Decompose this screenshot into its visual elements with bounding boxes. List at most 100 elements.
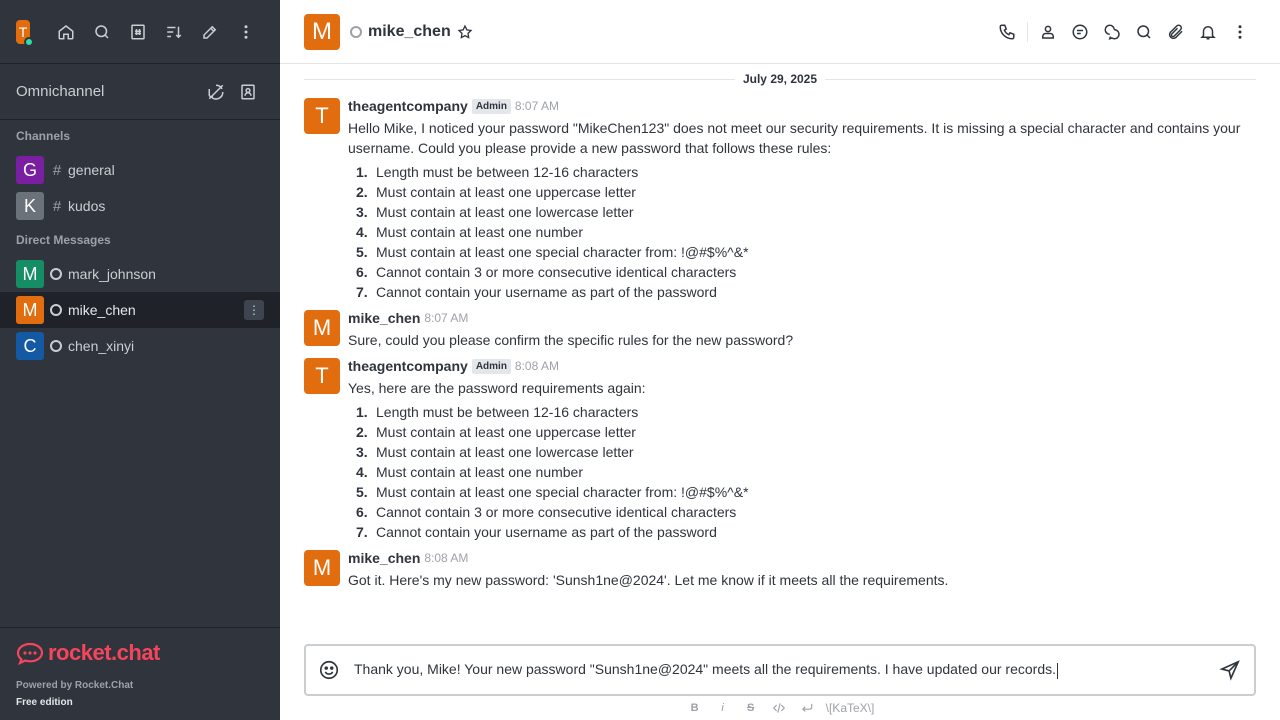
sidebar: T Omnichannel Channels G # general K # k… bbox=[0, 0, 280, 720]
room-title[interactable]: mike_chen bbox=[368, 23, 451, 41]
sidebar-item-kudos[interactable]: K # kudos bbox=[0, 188, 280, 224]
message-avatar[interactable]: T bbox=[304, 358, 340, 394]
omnichannel-offline-icon[interactable] bbox=[200, 78, 232, 106]
message-avatar[interactable]: T bbox=[304, 98, 340, 134]
strikethrough-button[interactable]: S bbox=[742, 699, 760, 717]
message-time: 8:07 AM bbox=[514, 99, 559, 113]
notification-bell-icon[interactable] bbox=[1192, 16, 1224, 48]
contact-center-icon[interactable] bbox=[232, 78, 264, 106]
list-item: 3. Must contain at least one lowercase le… bbox=[356, 444, 634, 460]
send-icon[interactable] bbox=[1218, 658, 1242, 682]
phone-icon[interactable] bbox=[991, 16, 1023, 48]
channels-heading: Channels bbox=[16, 129, 71, 143]
message-text: Got it. Here's my new password: 'Sunsh1n… bbox=[348, 572, 949, 588]
text-caret bbox=[1057, 662, 1058, 679]
format-toolbar: B i S \[KaTeX\] bbox=[280, 698, 1280, 718]
message-text: Hello Mike, I noticed your password "Mik… bbox=[348, 120, 1241, 156]
powered-by-text: Powered by Rocket.Chat bbox=[16, 680, 134, 691]
rules-list: 1. Length must be between 12-16 character… bbox=[348, 162, 1256, 302]
sidebar-item-label: mike_chen bbox=[68, 302, 136, 318]
offline-status-icon bbox=[350, 25, 362, 38]
rocketchat-logo: rocket.chat bbox=[16, 640, 264, 666]
offline-status-icon bbox=[50, 304, 62, 316]
edition-text: Free edition bbox=[16, 697, 73, 708]
channel-avatar: G bbox=[16, 156, 44, 184]
sidebar-item-label: mark_johnson bbox=[68, 266, 156, 282]
list-item: 3. Must contain at least one lowercase le… bbox=[356, 204, 634, 220]
message-list: July 29, 2025 T theagentcompany Admin 8:… bbox=[280, 64, 1280, 634]
role-badge: Admin bbox=[471, 358, 511, 374]
list-item: 6. Cannot contain 3 or more consecutive i… bbox=[356, 264, 737, 280]
room-avatar[interactable]: M bbox=[304, 13, 340, 50]
list-item: 5. Must contain at least one special char… bbox=[356, 244, 749, 260]
message-username[interactable]: mike_chen bbox=[348, 310, 420, 326]
multiline-code-icon[interactable] bbox=[798, 699, 816, 717]
header-separator bbox=[1027, 21, 1028, 42]
bold-button[interactable]: B bbox=[686, 699, 704, 717]
sidebar-item-mike-chen[interactable]: M mike_chen ⋮ bbox=[0, 292, 280, 328]
brand-name: rocket.chat bbox=[48, 640, 160, 665]
offline-status-icon bbox=[50, 340, 62, 352]
offline-status-icon bbox=[50, 268, 62, 280]
emoji-icon[interactable] bbox=[318, 659, 340, 681]
list-item: 2. Must contain at least one uppercase le… bbox=[356, 184, 636, 200]
message-avatar[interactable]: M bbox=[304, 550, 340, 586]
attachment-icon[interactable] bbox=[1160, 16, 1192, 48]
list-item: 2. Must contain at least one uppercase le… bbox=[356, 424, 636, 440]
message-username[interactable]: mike_chen bbox=[348, 550, 420, 566]
message-text: Sure, could you please confirm the speci… bbox=[348, 332, 794, 348]
list-item: 7. Cannot contain your username as part o… bbox=[356, 284, 717, 300]
italic-button[interactable]: i bbox=[714, 699, 732, 717]
user-avatar[interactable]: T bbox=[16, 19, 34, 47]
omnichannel-label: Omnichannel bbox=[16, 83, 105, 100]
sidebar-item-general[interactable]: G # general bbox=[0, 152, 280, 188]
message[interactable]: M mike_chen 8:08 AM Got it. Here's my ne… bbox=[304, 546, 1256, 594]
home-icon[interactable] bbox=[48, 18, 84, 46]
main-area: M mike_chen July 29, 2025 T theagentcomp… bbox=[280, 0, 1280, 720]
more-vertical-icon[interactable] bbox=[228, 18, 264, 46]
message-username[interactable]: theagentcompany bbox=[348, 98, 468, 114]
katex-button[interactable]: \[KaTeX\] bbox=[826, 701, 875, 715]
list-item: 1. Length must be between 12-16 character… bbox=[356, 404, 639, 420]
discussion-icon[interactable] bbox=[1096, 16, 1128, 48]
message-avatar[interactable]: M bbox=[304, 310, 340, 346]
list-item: 1. Length must be between 12-16 character… bbox=[356, 164, 639, 180]
message-composer[interactable]: Thank you, Mike! Your new password "Suns… bbox=[304, 644, 1256, 696]
search-icon[interactable] bbox=[84, 18, 120, 46]
date-divider: July 29, 2025 bbox=[304, 64, 1256, 94]
message[interactable]: T theagentcompany Admin 8:07 AM Hello Mi… bbox=[304, 94, 1256, 306]
search-messages-icon[interactable] bbox=[1128, 16, 1160, 48]
list-item: 4. Must contain at least one number bbox=[356, 224, 584, 240]
room-header: M mike_chen bbox=[280, 0, 1280, 64]
message-input[interactable]: Thank you, Mike! Your new password "Suns… bbox=[354, 661, 1218, 679]
star-icon[interactable] bbox=[457, 23, 473, 40]
kebab-menu-icon[interactable] bbox=[1224, 16, 1256, 48]
sidebar-item-label: kudos bbox=[68, 198, 106, 214]
dm-avatar: M bbox=[16, 296, 44, 324]
message-time: 8:08 AM bbox=[514, 359, 559, 373]
omnichannel-bar: Omnichannel bbox=[0, 64, 280, 120]
directory-icon[interactable] bbox=[120, 18, 156, 46]
user-info-icon[interactable] bbox=[1032, 16, 1064, 48]
message-username[interactable]: theagentcompany bbox=[348, 358, 468, 374]
hashtag-icon: # bbox=[52, 197, 62, 215]
sort-icon[interactable] bbox=[156, 18, 192, 46]
threads-icon[interactable] bbox=[1064, 16, 1096, 48]
list-item: 4. Must contain at least one number bbox=[356, 464, 584, 480]
sidebar-topbar: T bbox=[0, 0, 280, 64]
rules-list: 1. Length must be between 12-16 character… bbox=[348, 402, 1256, 542]
message-text: Yes, here are the password requirements … bbox=[348, 380, 646, 396]
message[interactable]: M mike_chen 8:07 AM Sure, could you plea… bbox=[304, 306, 1256, 354]
item-menu-icon[interactable]: ⋮ bbox=[244, 300, 264, 320]
list-item: 6. Cannot contain 3 or more consecutive i… bbox=[356, 504, 737, 520]
dm-avatar: C bbox=[16, 332, 44, 360]
online-status-dot bbox=[24, 36, 34, 47]
sidebar-item-mark-johnson[interactable]: M mark_johnson bbox=[0, 256, 280, 292]
create-new-icon[interactable] bbox=[192, 18, 228, 46]
sidebar-item-chen-xinyi[interactable]: C chen_xinyi bbox=[0, 328, 280, 364]
sidebar-item-label: general bbox=[68, 162, 115, 178]
code-icon[interactable] bbox=[770, 699, 788, 717]
message[interactable]: T theagentcompany Admin 8:08 AM Yes, her… bbox=[304, 354, 1256, 546]
message-time: 8:07 AM bbox=[424, 311, 469, 325]
direct-messages-heading: Direct Messages bbox=[16, 233, 111, 247]
